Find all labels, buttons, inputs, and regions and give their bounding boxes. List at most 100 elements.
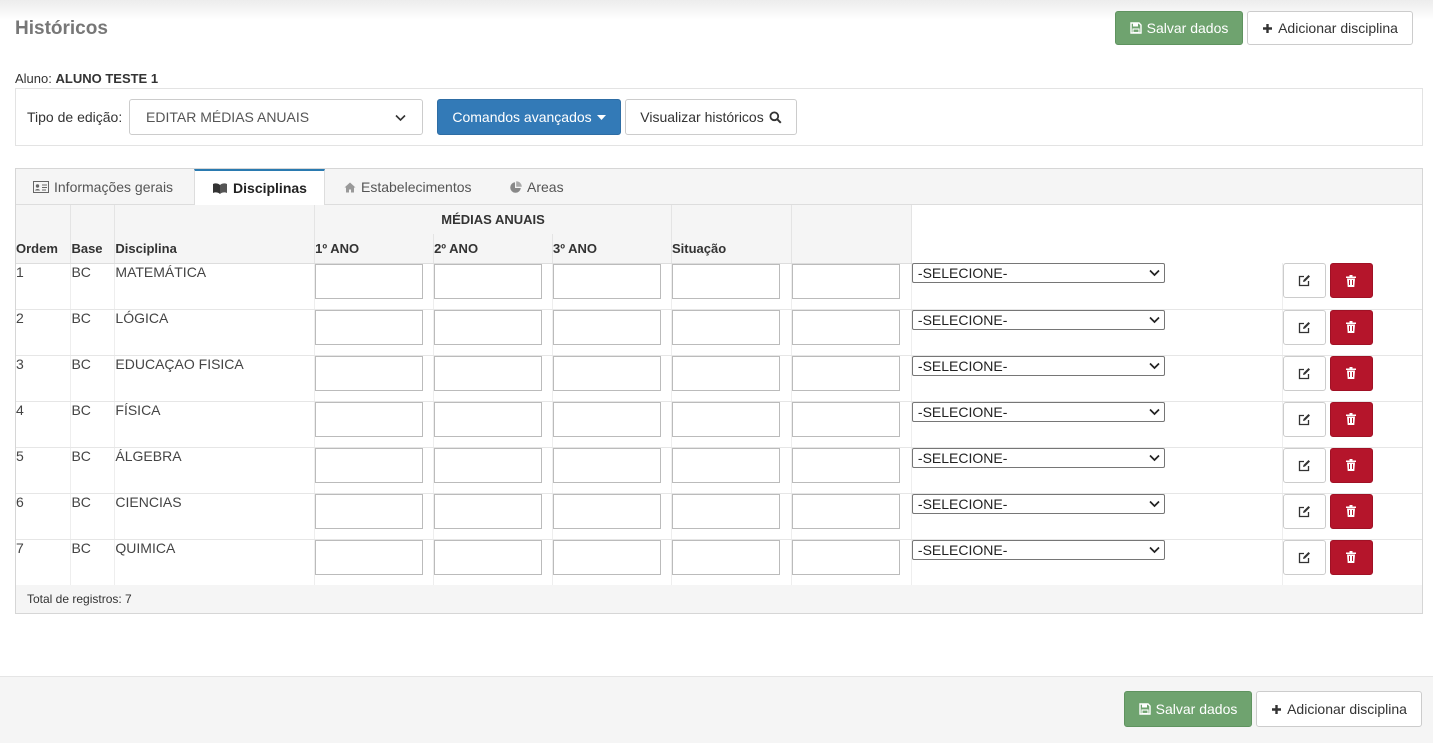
edit-type-value: EDITAR MÉDIAS ANUAIS bbox=[146, 109, 310, 125]
caret-down-icon bbox=[596, 114, 606, 120]
input-ano1[interactable] bbox=[315, 447, 424, 483]
input-extra[interactable] bbox=[791, 263, 900, 299]
input-extra[interactable] bbox=[791, 401, 900, 437]
input-ano2[interactable] bbox=[434, 493, 543, 529]
input-situacao[interactable] bbox=[672, 493, 780, 529]
delete-row-button[interactable] bbox=[1329, 493, 1373, 529]
tab-informacoes-gerais[interactable]: Informações gerais bbox=[33, 169, 173, 205]
input-situacao[interactable] bbox=[672, 401, 780, 437]
input-ano2[interactable] bbox=[434, 309, 543, 345]
edit-icon bbox=[1298, 551, 1311, 564]
input-ano1[interactable] bbox=[315, 309, 424, 345]
delete-row-button[interactable] bbox=[1329, 447, 1373, 483]
situacao-select[interactable]: -SELECIONE- bbox=[911, 401, 1165, 422]
edit-row-button[interactable] bbox=[1282, 493, 1326, 529]
advanced-commands-button[interactable]: Comandos avançados bbox=[437, 99, 621, 135]
tab-estabelecimentos[interactable]: Estabelecimentos bbox=[344, 169, 472, 205]
cell-base: BC bbox=[70, 447, 116, 494]
table-row: 7 BC QUIMICA -SELECIONE- bbox=[16, 539, 1422, 586]
trash-icon bbox=[1346, 367, 1357, 379]
input-ano2[interactable] bbox=[434, 447, 543, 483]
edit-row-button[interactable] bbox=[1282, 447, 1326, 483]
situacao-select[interactable]: -SELECIONE- bbox=[911, 355, 1165, 376]
situacao-select-value: -SELECIONE- bbox=[917, 495, 1008, 512]
plus-icon bbox=[1262, 23, 1273, 34]
input-ano1[interactable] bbox=[315, 493, 424, 529]
cell-base: BC bbox=[70, 493, 116, 540]
input-situacao[interactable] bbox=[672, 263, 780, 299]
col-base: Base bbox=[70, 234, 116, 264]
situacao-select-value: -SELECIONE- bbox=[917, 403, 1008, 420]
save-button-bottom[interactable]: Salvar dados bbox=[1124, 691, 1252, 727]
input-situacao[interactable] bbox=[672, 309, 780, 345]
cell-base: BC bbox=[70, 263, 116, 310]
trash-icon bbox=[1346, 413, 1357, 425]
view-histories-button[interactable]: Visualizar históricos bbox=[625, 99, 797, 135]
input-ano3[interactable] bbox=[553, 263, 662, 299]
delete-row-button[interactable] bbox=[1329, 355, 1373, 391]
add-discipline-button-bottom[interactable]: Adicionar disciplina bbox=[1256, 691, 1422, 727]
tab-areas[interactable]: Areas bbox=[509, 169, 564, 205]
group-header-row: MÉDIAS ANUAIS bbox=[16, 205, 1422, 234]
input-ano3[interactable] bbox=[553, 447, 662, 483]
col-ano2: 2º ANO bbox=[433, 234, 554, 264]
input-ano3[interactable] bbox=[553, 401, 662, 437]
input-ano3[interactable] bbox=[553, 309, 662, 345]
cell-base: BC bbox=[70, 539, 116, 586]
situacao-select[interactable]: -SELECIONE- bbox=[911, 447, 1165, 468]
situacao-select-value: -SELECIONE- bbox=[917, 541, 1008, 558]
situacao-select[interactable]: -SELECIONE- bbox=[911, 309, 1165, 330]
edit-row-button[interactable] bbox=[1282, 401, 1326, 437]
input-ano3[interactable] bbox=[553, 493, 662, 529]
add-discipline-button-top[interactable]: Adicionar disciplina bbox=[1247, 11, 1413, 45]
input-extra[interactable] bbox=[791, 309, 900, 345]
input-ano2[interactable] bbox=[434, 355, 543, 391]
input-ano3[interactable] bbox=[553, 539, 662, 575]
edit-icon bbox=[1298, 367, 1311, 380]
cell-ordem: 7 bbox=[16, 539, 72, 586]
input-extra[interactable] bbox=[791, 447, 900, 483]
cell-ordem: 6 bbox=[16, 493, 72, 540]
input-ano1[interactable] bbox=[315, 401, 424, 437]
situacao-select[interactable]: -SELECIONE- bbox=[911, 263, 1165, 283]
chevron-down-icon bbox=[1149, 362, 1160, 370]
total-records: Total de registros: 7 bbox=[16, 585, 1422, 613]
edit-type-select[interactable]: EDITAR MÉDIAS ANUAIS bbox=[129, 99, 423, 135]
input-extra[interactable] bbox=[791, 539, 900, 575]
input-extra[interactable] bbox=[791, 493, 900, 529]
input-ano2[interactable] bbox=[434, 539, 543, 575]
input-ano2[interactable] bbox=[434, 263, 543, 299]
chevron-down-icon bbox=[1149, 454, 1160, 462]
edit-row-button[interactable] bbox=[1282, 539, 1326, 575]
input-ano1[interactable] bbox=[315, 263, 424, 299]
delete-row-button[interactable] bbox=[1329, 309, 1373, 345]
chevron-down-icon bbox=[1149, 546, 1160, 554]
delete-row-button[interactable] bbox=[1329, 539, 1373, 575]
floppy-disk-icon bbox=[1129, 22, 1142, 34]
input-extra[interactable] bbox=[791, 355, 900, 391]
col-ano3: 3º ANO bbox=[552, 234, 672, 264]
edit-row-button[interactable] bbox=[1282, 355, 1326, 391]
bottom-actions: Salvar dados Adicionar disciplina bbox=[1124, 691, 1422, 727]
edit-row-button[interactable] bbox=[1282, 309, 1326, 345]
input-situacao[interactable] bbox=[672, 355, 780, 391]
save-button-top[interactable]: Salvar dados bbox=[1115, 11, 1243, 45]
cell-disciplina: LÓGICA bbox=[114, 309, 316, 356]
delete-row-button[interactable] bbox=[1329, 263, 1373, 298]
input-ano1[interactable] bbox=[315, 355, 424, 391]
edit-icon bbox=[1298, 413, 1311, 426]
delete-row-button[interactable] bbox=[1329, 401, 1373, 437]
id-card-icon bbox=[33, 181, 49, 193]
input-situacao[interactable] bbox=[672, 447, 780, 483]
input-ano1[interactable] bbox=[315, 539, 424, 575]
input-situacao[interactable] bbox=[672, 539, 780, 575]
input-ano3[interactable] bbox=[553, 355, 662, 391]
cell-disciplina: CIENCIAS bbox=[114, 493, 316, 540]
tab-disciplinas[interactable]: Disciplinas bbox=[194, 169, 325, 206]
edit-row-button[interactable] bbox=[1282, 263, 1326, 298]
situacao-select[interactable]: -SELECIONE- bbox=[911, 539, 1165, 560]
situacao-select[interactable]: -SELECIONE- bbox=[911, 493, 1165, 514]
chevron-down-icon bbox=[1149, 269, 1160, 277]
input-ano2[interactable] bbox=[434, 401, 543, 437]
trash-icon bbox=[1346, 505, 1357, 517]
